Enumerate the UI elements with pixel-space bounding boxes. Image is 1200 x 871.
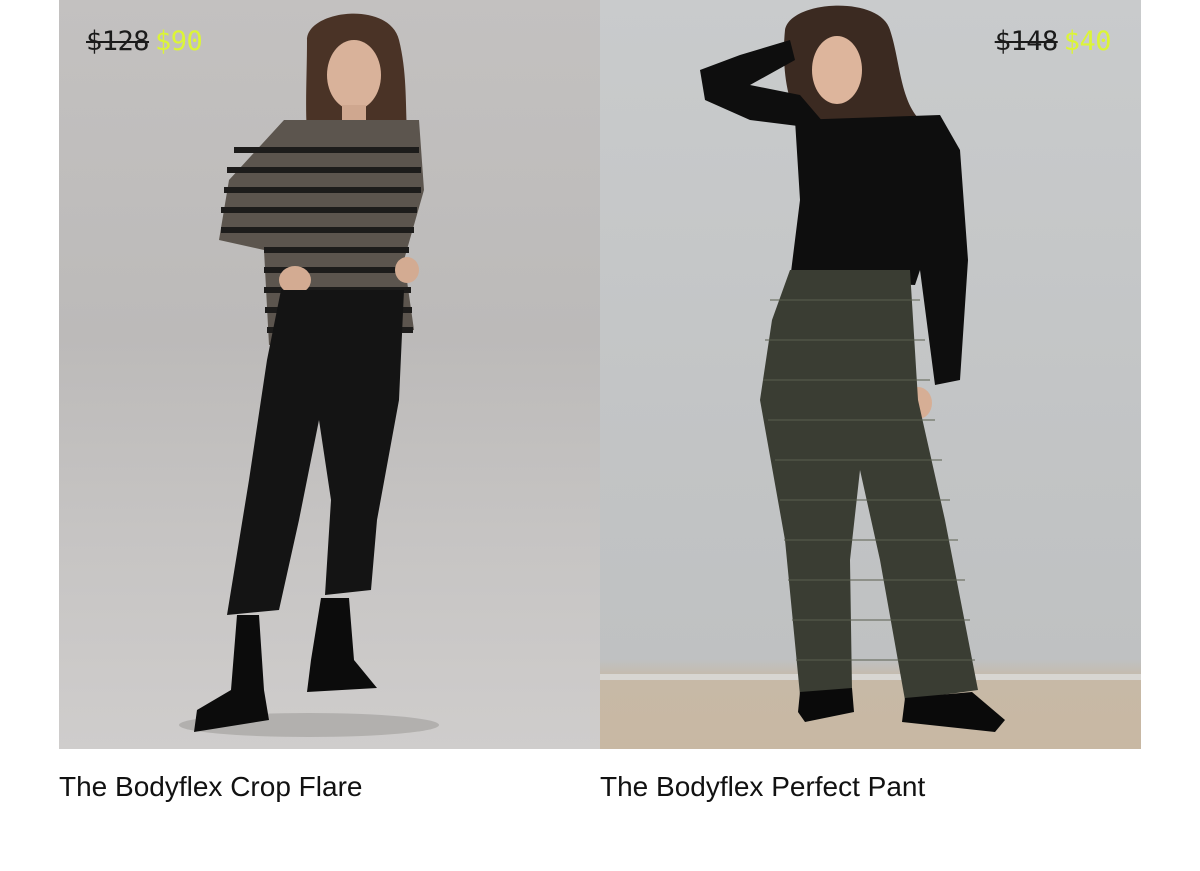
product-image[interactable]: $128 $90: [59, 0, 600, 749]
original-price: $128: [86, 26, 150, 57]
original-price: $148: [994, 26, 1059, 57]
product-image[interactable]: $148 $40: [600, 0, 1141, 749]
product-card[interactable]: $148 $40 The Bodyflex Perfect Pant: [600, 0, 1141, 805]
price-tag: $148 $40: [994, 24, 1112, 60]
product-photo-placeholder: [179, 13, 439, 737]
sale-price: $40: [1063, 26, 1112, 57]
product-title[interactable]: The Bodyflex Perfect Pant: [600, 769, 1141, 805]
product-title[interactable]: The Bodyflex Crop Flare: [59, 769, 600, 805]
price-tag: $128 $90: [86, 24, 203, 60]
product-grid: $128 $90 The Bodyflex Crop Flare $148 $4…: [59, 0, 1141, 871]
product-photo-placeholder: [600, 5, 1141, 732]
sale-price: $90: [155, 26, 203, 57]
product-card[interactable]: $128 $90 The Bodyflex Crop Flare: [59, 0, 600, 805]
